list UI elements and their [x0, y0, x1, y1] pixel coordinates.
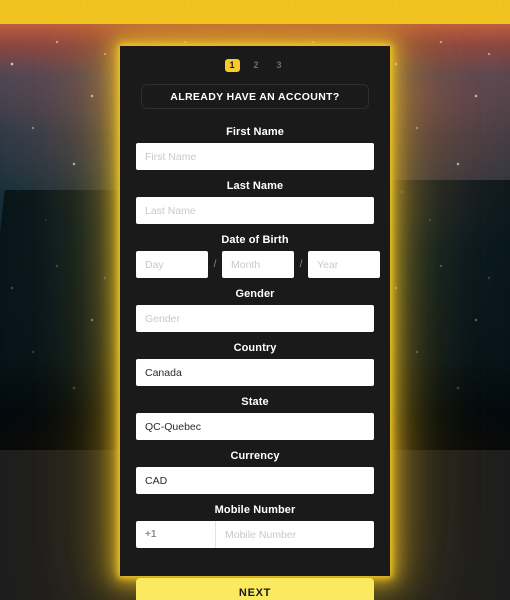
country-code-input[interactable]: [136, 521, 216, 548]
field-last-name: Last Name: [136, 176, 374, 224]
last-name-label: Last Name: [226, 180, 284, 192]
last-name-input[interactable]: [136, 197, 374, 224]
dob-separator-2: /: [299, 259, 303, 270]
field-mobile-number: Mobile Number: [136, 500, 374, 548]
first-name-label: First Name: [226, 126, 284, 138]
gender-label: Gender: [235, 288, 275, 300]
dob-day-input[interactable]: [136, 251, 208, 278]
field-country: Country: [136, 338, 374, 386]
dob-month-input[interactable]: [222, 251, 294, 278]
step-2[interactable]: 2: [250, 59, 263, 72]
field-gender: Gender: [136, 284, 374, 332]
currency-label: Currency: [230, 450, 280, 462]
step-1[interactable]: 1: [224, 59, 240, 72]
date-of-birth-row: / /: [136, 251, 380, 278]
country-select[interactable]: [136, 359, 374, 386]
already-have-account-button[interactable]: ALREADY HAVE AN ACCOUNT?: [141, 84, 369, 109]
mobile-number-input[interactable]: [216, 521, 374, 548]
field-date-of-birth: Date of Birth / /: [136, 230, 380, 278]
next-button[interactable]: NEXT: [136, 578, 374, 600]
mobile-number-label: Mobile Number: [214, 504, 296, 516]
first-name-input[interactable]: [136, 143, 374, 170]
gender-select[interactable]: [136, 305, 374, 332]
field-first-name: First Name: [136, 122, 374, 170]
step-3[interactable]: 3: [273, 59, 286, 72]
currency-select[interactable]: [136, 467, 374, 494]
mobile-number-row: [136, 521, 374, 548]
field-state: State: [136, 392, 374, 440]
step-indicator: 1 2 3: [136, 46, 374, 72]
registration-form: First Name Last Name Date of Birth / / G…: [136, 122, 380, 600]
date-of-birth-label: Date of Birth: [221, 234, 289, 246]
state-select[interactable]: [136, 413, 374, 440]
top-yellow-bar: [0, 0, 510, 24]
dob-year-input[interactable]: [308, 251, 380, 278]
registration-screen: 1 2 3 ALREADY HAVE AN ACCOUNT? First Nam…: [0, 0, 510, 600]
dob-separator-1: /: [213, 259, 217, 270]
state-label: State: [241, 396, 269, 408]
registration-card: 1 2 3 ALREADY HAVE AN ACCOUNT? First Nam…: [120, 46, 390, 600]
country-label: Country: [233, 342, 277, 354]
already-have-account-label: ALREADY HAVE AN ACCOUNT?: [170, 90, 340, 103]
field-currency: Currency: [136, 446, 374, 494]
